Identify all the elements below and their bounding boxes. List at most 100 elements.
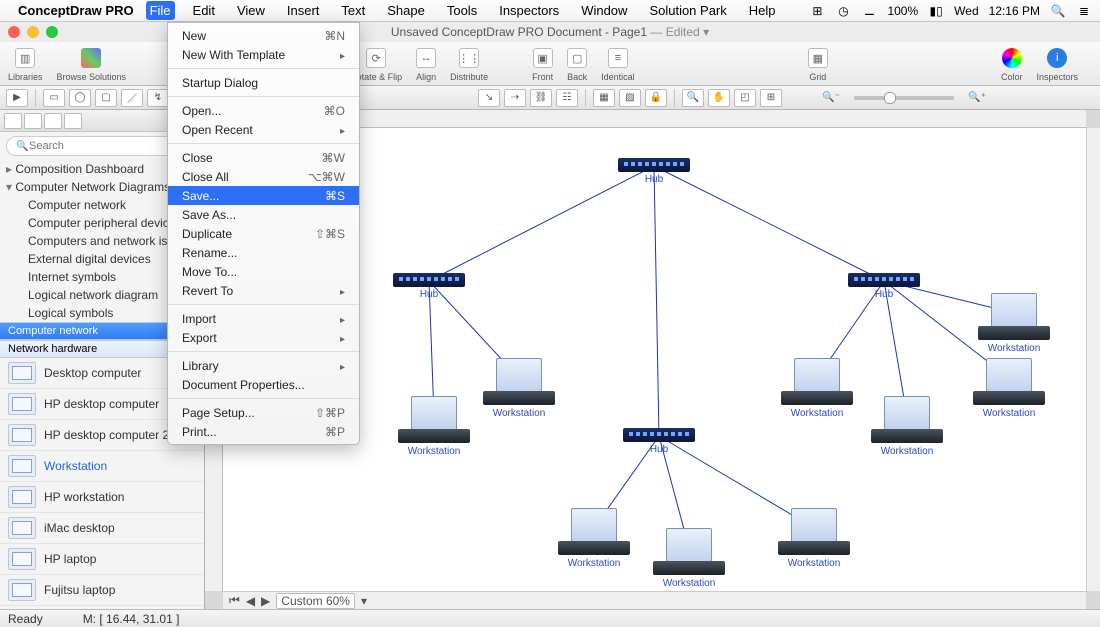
info-icon[interactable]: i	[1047, 48, 1067, 68]
battery-icon[interactable]: ▮▯	[928, 4, 944, 18]
color-wheel-icon[interactable]	[1002, 48, 1022, 68]
align-icon[interactable]: ↔	[416, 48, 436, 68]
app-name[interactable]: ConceptDraw PRO	[18, 3, 134, 18]
workstation-node[interactable]: Workstation	[871, 396, 943, 457]
menu-text[interactable]: Text	[337, 1, 369, 20]
page-nav-icon[interactable]: ▶	[261, 594, 270, 608]
menu-item-close[interactable]: Close⌘W	[168, 148, 359, 167]
library-shape-item[interactable]: Fujitsu laptop	[0, 575, 204, 606]
front-icon[interactable]: ▣	[533, 48, 553, 68]
menu-window[interactable]: Window	[577, 1, 631, 20]
menu-view[interactable]: View	[233, 1, 269, 20]
toolbar-libraries[interactable]: ▥Libraries	[8, 46, 43, 82]
zoom-out-icon[interactable]: 🔍⁻	[820, 89, 842, 107]
zoom-in-icon[interactable]: 🔍⁺	[966, 89, 988, 107]
grid-icon[interactable]: ▦	[808, 48, 828, 68]
menu-item-print[interactable]: Print...⌘P	[168, 422, 359, 441]
menu-item-new-with-template[interactable]: New With Template	[168, 45, 359, 64]
menu-item-export[interactable]: Export	[168, 328, 359, 347]
ungroup-tool[interactable]: ▨	[619, 89, 641, 107]
page-nav-icon[interactable]: ◀	[246, 594, 255, 608]
library-shape-item[interactable]: iMac desktop	[0, 513, 204, 544]
workstation-node[interactable]: Workstation	[973, 358, 1045, 419]
workstation-node[interactable]: Workstation	[781, 358, 853, 419]
wifi-icon[interactable]: ⚊	[861, 4, 877, 18]
library-shape-item[interactable]: HP laptop	[0, 544, 204, 575]
menu-item-open-recent[interactable]: Open Recent	[168, 120, 359, 139]
minimize-window-icon[interactable]	[27, 26, 39, 38]
control-center-icon[interactable]: ⊞	[809, 4, 825, 18]
toolbar-grid[interactable]: ▦Grid	[808, 46, 828, 82]
zoom-select[interactable]: Custom 60%	[276, 593, 355, 609]
workstation-node[interactable]: Workstation	[398, 396, 470, 457]
clock-icon[interactable]: ◷	[835, 4, 851, 18]
toolbar-identical[interactable]: ≡Identical	[601, 46, 635, 82]
menu-item-document-properties[interactable]: Document Properties...	[168, 375, 359, 394]
menu-solution-park[interactable]: Solution Park	[645, 1, 730, 20]
hand-tool[interactable]: ✋	[708, 89, 730, 107]
libraries-icon[interactable]: ▥	[15, 48, 35, 68]
toolbar-front[interactable]: ▣Front	[532, 46, 553, 82]
hub-node[interactable]: Hub	[618, 158, 690, 185]
menu-item-save[interactable]: Save...⌘S	[168, 186, 359, 205]
menu-inspectors[interactable]: Inspectors	[495, 1, 563, 20]
menu-item-close-all[interactable]: Close All⌥⌘W	[168, 167, 359, 186]
library-shape-item[interactable]: Workstation	[0, 451, 204, 482]
page-nav-icon[interactable]: ⏮	[229, 593, 240, 608]
menu-tools[interactable]: Tools	[443, 1, 481, 20]
workstation-node[interactable]: Workstation	[978, 293, 1050, 354]
menu-item-save-as[interactable]: Save As...	[168, 205, 359, 224]
menu-extra-icon[interactable]: ≣	[1076, 4, 1092, 18]
menu-item-duplicate[interactable]: Duplicate⇧⌘S	[168, 224, 359, 243]
hub-node[interactable]: Hub	[623, 428, 695, 455]
menu-help[interactable]: Help	[745, 1, 780, 20]
menu-item-library[interactable]: Library	[168, 356, 359, 375]
rect-tool[interactable]: ▭	[43, 89, 65, 107]
library-shape-item[interactable]: HP workstation	[0, 482, 204, 513]
toolbar-back[interactable]: ▢Back	[567, 46, 587, 82]
panel-tab[interactable]	[44, 113, 62, 129]
group-tool[interactable]: ▦	[593, 89, 615, 107]
vertical-scrollbar[interactable]	[1086, 128, 1100, 591]
workstation-node[interactable]: Workstation	[778, 508, 850, 569]
hub-node[interactable]: Hub	[848, 273, 920, 300]
zoom-window-icon[interactable]	[46, 26, 58, 38]
menu-edit[interactable]: Edit	[189, 1, 219, 20]
toolbar-browse-solutions[interactable]: Browse Solutions	[57, 46, 127, 82]
menu-item-rename[interactable]: Rename...	[168, 243, 359, 262]
menu-item-import[interactable]: Import	[168, 309, 359, 328]
snap-tool[interactable]: ⊞	[760, 89, 782, 107]
chain-tool[interactable]: ⛓	[530, 89, 552, 107]
toolbar-distribute[interactable]: ⋮⋮Distribute	[450, 46, 488, 82]
menu-item-revert-to[interactable]: Revert To	[168, 281, 359, 300]
solutions-icon[interactable]	[81, 48, 101, 68]
workstation-node[interactable]: Workstation	[653, 528, 725, 589]
toolbar-inspectors[interactable]: iInspectors	[1036, 46, 1078, 82]
spotlight-icon[interactable]: 🔍	[1050, 4, 1066, 18]
rotate-icon[interactable]: ⟳	[366, 48, 386, 68]
crop-tool[interactable]: ◰	[734, 89, 756, 107]
menu-item-new[interactable]: New⌘N	[168, 26, 359, 45]
line-tool[interactable]: ／	[121, 89, 143, 107]
zoom-chevron-icon[interactable]: ▾	[361, 594, 367, 608]
traffic-lights[interactable]	[8, 26, 58, 38]
panel-tab[interactable]	[24, 113, 42, 129]
menu-shape[interactable]: Shape	[383, 1, 429, 20]
toolbar-align[interactable]: ↔Align	[416, 46, 436, 82]
panel-tab[interactable]	[64, 113, 82, 129]
pointer-tool[interactable]: ▶	[6, 89, 28, 107]
workstation-node[interactable]: Workstation	[483, 358, 555, 419]
menu-item-startup-dialog[interactable]: Startup Dialog	[168, 73, 359, 92]
rounded-tool[interactable]: ▢	[95, 89, 117, 107]
ellipse-tool[interactable]: ◯	[69, 89, 91, 107]
arrow-connect-tool[interactable]: ↘	[478, 89, 500, 107]
menu-item-move-to[interactable]: Move To...	[168, 262, 359, 281]
menu-item-open[interactable]: Open...⌘O	[168, 101, 359, 120]
panel-tab[interactable]	[4, 113, 22, 129]
toolbar-color[interactable]: Color	[1001, 46, 1023, 82]
identical-icon[interactable]: ≡	[608, 48, 628, 68]
zoom-slider[interactable]	[854, 96, 954, 100]
lock-tool[interactable]: 🔒	[645, 89, 667, 107]
tree-tool[interactable]: ☷	[556, 89, 578, 107]
menu-item-page-setup[interactable]: Page Setup...⇧⌘P	[168, 403, 359, 422]
